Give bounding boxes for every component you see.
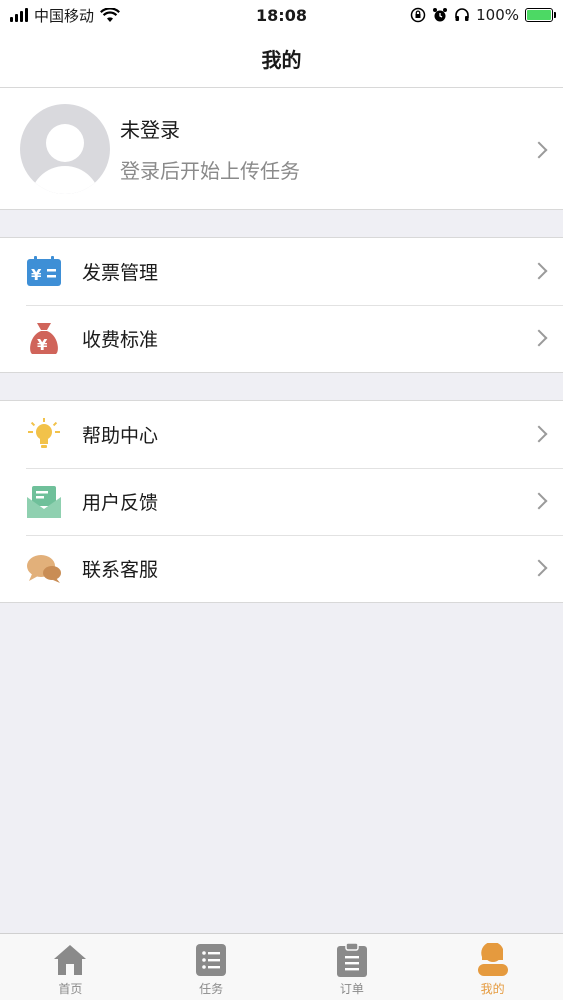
menu-group-support: 帮助中心 用户反馈 联系客服 [0, 400, 563, 603]
wifi-icon [100, 7, 120, 22]
battery-percent: 100% [476, 6, 519, 24]
tab-bar: 首页 任务 订单 我的 [0, 933, 563, 1000]
page-title: 我的 [261, 48, 302, 72]
invoice-icon: ¥ [26, 254, 62, 290]
status-right: 100% [410, 6, 556, 24]
chat-bubbles-icon [26, 551, 62, 587]
home-icon [52, 942, 88, 978]
alarm-icon [433, 8, 448, 22]
tab-label-tasks: 任务 [199, 982, 224, 996]
carrier-label: 中国移动 [34, 6, 95, 25]
order-clipboard-icon [334, 942, 370, 978]
chevron-right-icon [530, 329, 548, 347]
status-bar: 中国移动 18:08 100% [0, 0, 563, 30]
tab-label-profile: 我的 [480, 982, 505, 996]
money-bag-icon: ¥ [26, 321, 62, 357]
menu-item-feedback[interactable]: 用户反馈 [0, 468, 563, 535]
rotation-lock-icon [410, 7, 426, 23]
menu-label-pricing: 收费标准 [82, 329, 159, 351]
tab-label-orders: 订单 [339, 982, 364, 996]
task-list-icon [193, 942, 229, 978]
profile-icon [475, 942, 511, 978]
menu-item-invoice[interactable]: ¥ 发票管理 [0, 238, 563, 305]
avatar [20, 103, 110, 194]
profile-card[interactable]: 未登录 登录后开始上传任务 [0, 88, 563, 210]
tab-home[interactable]: 首页 [0, 934, 141, 1000]
menu-label-contact: 联系客服 [82, 559, 159, 581]
chevron-right-icon [530, 262, 548, 280]
feedback-mail-icon [26, 484, 62, 520]
chevron-right-icon [530, 492, 548, 510]
menu-item-contact[interactable]: 联系客服 [0, 535, 563, 602]
signal-icon [10, 8, 28, 22]
svg-text:¥: ¥ [37, 336, 48, 354]
menu-label-invoice: 发票管理 [82, 262, 159, 284]
profile-name: 未登录 [120, 117, 180, 142]
menu-item-pricing[interactable]: ¥ 收费标准 [0, 305, 563, 372]
tab-tasks[interactable]: 任务 [141, 934, 282, 1000]
svg-text:¥: ¥ [31, 266, 42, 284]
profile-hint: 登录后开始上传任务 [120, 158, 300, 183]
menu-group-billing: ¥ 发票管理 ¥ 收费标准 [0, 237, 563, 373]
chevron-right-icon [530, 425, 548, 443]
tab-label-home: 首页 [58, 982, 83, 996]
tab-profile[interactable]: 我的 [422, 934, 563, 1000]
battery-icon [525, 8, 556, 22]
status-left: 中国移动 [10, 5, 120, 26]
chevron-right-icon [530, 141, 548, 159]
lightbulb-icon [26, 417, 62, 453]
chevron-right-icon [530, 559, 548, 577]
tab-orders[interactable]: 订单 [282, 934, 423, 1000]
menu-label-feedback: 用户反馈 [82, 492, 159, 514]
menu-label-help: 帮助中心 [82, 425, 159, 447]
nav-bar: 我的 [0, 30, 563, 88]
profile-text: 未登录 登录后开始上传任务 [120, 114, 300, 184]
menu-item-help[interactable]: 帮助中心 [0, 401, 563, 468]
headphones-icon [455, 8, 469, 21]
